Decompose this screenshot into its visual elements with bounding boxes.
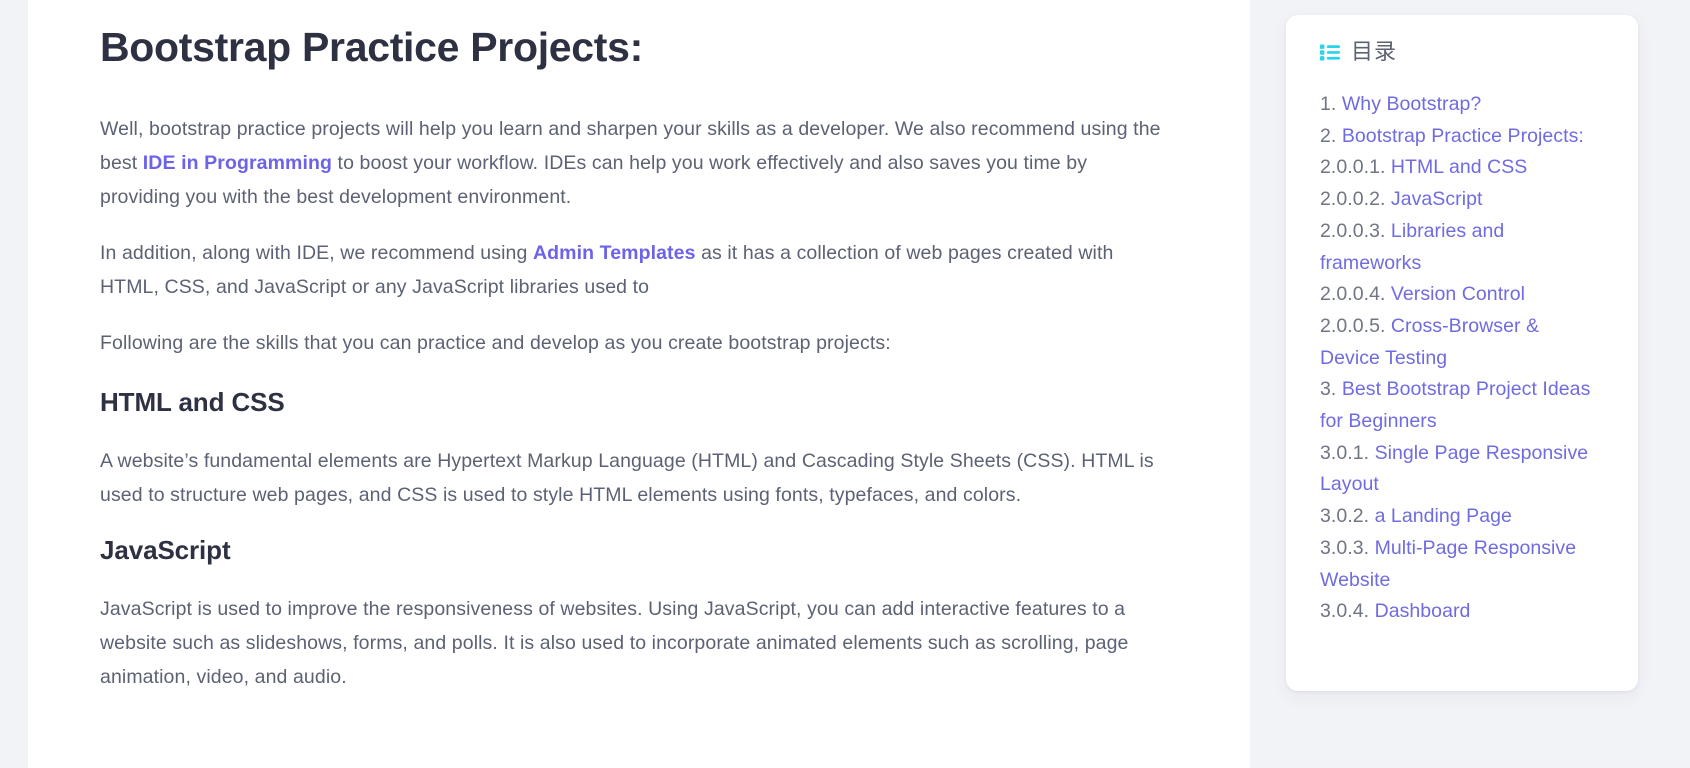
toc-item-number: 3.0.2. bbox=[1320, 505, 1370, 528]
section-heading-javascript: JavaScript bbox=[100, 534, 231, 565]
table-of-contents-card: 目录 1. Why Bootstrap? 2. Bootstrap Practi… bbox=[1286, 15, 1638, 691]
section-body-html-and-css: A website’s fundamental elements are Hyp… bbox=[100, 449, 1154, 506]
paragraph-admin-text-1: In addition, along with IDE, we recommen… bbox=[100, 242, 533, 265]
toc-item-number: 2.0.0.2. bbox=[1320, 188, 1386, 211]
section-heading-html-and-css: HTML and CSS bbox=[100, 387, 285, 418]
toc-item-number: 3. bbox=[1320, 378, 1337, 401]
toc-item-8: 3. Best Bootstrap Project Ideas for Begi… bbox=[1320, 374, 1604, 437]
toc-item-number: 2.0.0.4. bbox=[1320, 283, 1386, 306]
article-card: Bootstrap Practice Projects: Well, boots… bbox=[28, 0, 1250, 768]
toc-item-number: 3.0.3. bbox=[1320, 536, 1370, 559]
toc-item-1: 1. Why Bootstrap? bbox=[1320, 89, 1604, 121]
toc-link-version-control[interactable]: Version Control bbox=[1391, 283, 1525, 305]
toc-item-number: 1. bbox=[1320, 93, 1337, 115]
link-ide-in-programming[interactable]: IDE in Programming bbox=[143, 152, 332, 174]
toc-item-number: 2.0.0.3. bbox=[1320, 219, 1386, 242]
toc-item-4: 2.0.0.2. JavaScript bbox=[1320, 184, 1604, 216]
toc-item-number: 3.0.1. bbox=[1320, 441, 1370, 464]
toc-item-6: 2.0.0.4. Version Control bbox=[1320, 279, 1604, 311]
link-admin-templates[interactable]: Admin Templates bbox=[533, 242, 696, 264]
toc-item-12: 3.0.4. Dashboard bbox=[1320, 596, 1604, 628]
page-title: Bootstrap Practice Projects: bbox=[100, 24, 643, 70]
article-content: Bootstrap Practice Projects: Well, boots… bbox=[64, 0, 1214, 694]
toc-link-dashboard[interactable]: Dashboard bbox=[1375, 600, 1471, 622]
toc-item-3: 2.0.0.1. HTML and CSS bbox=[1320, 152, 1604, 184]
section-body-javascript: JavaScript is used to improve the respon… bbox=[100, 597, 1129, 688]
paragraph-intro: Well, bootstrap practice projects will h… bbox=[100, 112, 1162, 214]
toc-item-7: 2.0.0.5. Cross-Browser & Device Testing bbox=[1320, 311, 1604, 374]
paragraph-admin-templates: In addition, along with IDE, we recommen… bbox=[100, 236, 1162, 304]
toc-link-best-bootstrap-project-ideas[interactable]: Best Bootstrap Project Ideas for Beginne… bbox=[1320, 378, 1590, 432]
toc-item-number: 2. bbox=[1320, 124, 1337, 147]
toc-item-number: 2.0.0.1. bbox=[1320, 156, 1386, 179]
toc-link-a-landing-page[interactable]: a Landing Page bbox=[1375, 505, 1512, 527]
toc-link-html-and-css[interactable]: HTML and CSS bbox=[1391, 156, 1527, 178]
toc-item-2: 2. Bootstrap Practice Projects: bbox=[1320, 121, 1604, 153]
toc-item-9: 3.0.1. Single Page Responsive Layout bbox=[1320, 438, 1604, 501]
toc-link-javascript[interactable]: JavaScript bbox=[1391, 188, 1483, 210]
toc-list: 1. Why Bootstrap? 2. Bootstrap Practice … bbox=[1286, 89, 1638, 628]
toc-link-bootstrap-practice-projects[interactable]: Bootstrap Practice Projects: bbox=[1342, 125, 1584, 147]
toc-item-5: 2.0.0.3. Libraries and frameworks bbox=[1320, 216, 1604, 279]
paragraph-skills-lead: Following are the skills that you can pr… bbox=[100, 332, 891, 355]
toc-header: 目录 bbox=[1286, 41, 1638, 63]
toc-item-11: 3.0.3. Multi-Page Responsive Website bbox=[1320, 533, 1604, 596]
toc-title: 目录 bbox=[1351, 39, 1398, 64]
toc-link-why-bootstrap[interactable]: Why Bootstrap? bbox=[1342, 93, 1481, 115]
list-bullets-icon bbox=[1320, 44, 1340, 61]
toc-item-number: 3.0.4. bbox=[1320, 600, 1370, 623]
page-root: Bootstrap Practice Projects: Well, boots… bbox=[0, 0, 1690, 768]
toc-item-10: 3.0.2. a Landing Page bbox=[1320, 501, 1604, 533]
toc-item-number: 2.0.0.5. bbox=[1320, 314, 1386, 337]
